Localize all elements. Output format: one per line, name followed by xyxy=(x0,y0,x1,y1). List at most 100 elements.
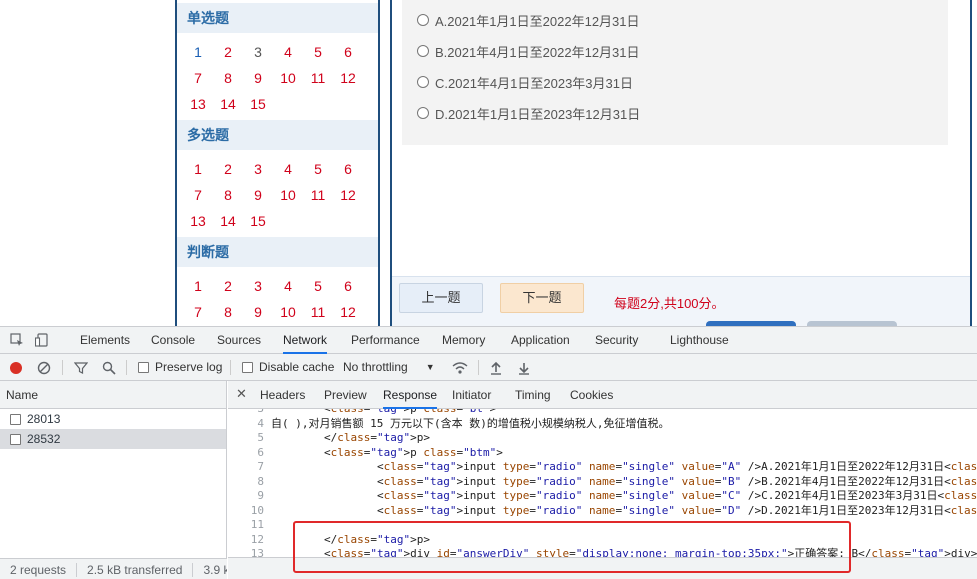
question-number-link[interactable]: 8 xyxy=(213,65,243,91)
close-icon[interactable]: ✕ xyxy=(236,381,247,407)
export-har-icon[interactable] xyxy=(518,354,530,381)
question-number-link[interactable]: 1 xyxy=(183,156,213,182)
option-b[interactable]: B.2021年4月1日至2022年12月31日 xyxy=(417,41,640,61)
option-d[interactable]: D.2021年1月1日至2023年12月31日 xyxy=(417,103,640,123)
question-number-link[interactable]: 7 xyxy=(183,65,213,91)
question-number-link[interactable]: 2 xyxy=(213,39,243,65)
question-number-link[interactable]: 5 xyxy=(303,273,333,299)
tab-response[interactable]: Response xyxy=(383,381,438,409)
disable-cache-label: Disable cache xyxy=(259,360,335,374)
line-source: <class="tag">p class="bt"> xyxy=(271,409,496,416)
question-number-link[interactable]: 3 xyxy=(243,273,273,299)
section-title-single: 单选题 xyxy=(177,3,378,33)
option-c[interactable]: C.2021年4月1日至2023年3月31日 xyxy=(417,72,633,92)
resource-size: 3.9 k xyxy=(193,563,227,577)
question-number-link[interactable]: 9 xyxy=(243,182,273,208)
radio-a[interactable] xyxy=(417,14,429,26)
radio-c[interactable] xyxy=(417,76,429,88)
line-source: <class="tag">input type="radio" name="si… xyxy=(271,460,977,473)
question-number-link[interactable]: 13 xyxy=(183,208,213,234)
line-number: 12 xyxy=(250,532,264,546)
options-box: A.2021年1月1日至2022年12月31日 B.2021年4月1日至2022… xyxy=(402,0,948,145)
question-number-link[interactable]: 11 xyxy=(303,299,333,325)
question-number-link[interactable]: 4 xyxy=(273,156,303,182)
tab-elements[interactable]: Elements xyxy=(80,327,130,354)
request-row[interactable]: 28013 xyxy=(0,409,226,429)
preserve-log-checkbox[interactable]: Preserve log xyxy=(138,354,222,381)
tab-headers[interactable]: Headers xyxy=(260,381,305,409)
question-number-link[interactable]: 6 xyxy=(333,39,363,65)
question-number-link[interactable]: 1 xyxy=(183,273,213,299)
line-source: <class="tag">input type="radio" name="si… xyxy=(271,489,977,502)
question-number-link[interactable]: 12 xyxy=(333,299,363,325)
tab-security[interactable]: Security xyxy=(595,327,638,354)
judgement-grid: 1 2 3 4 5 6 7 8 9 10 11 12 xyxy=(183,273,373,325)
checkbox-box[interactable] xyxy=(242,362,253,373)
tab-application[interactable]: Application xyxy=(511,327,570,354)
radio-d[interactable] xyxy=(417,107,429,119)
question-number-link[interactable]: 12 xyxy=(333,65,363,91)
question-number-link[interactable]: 11 xyxy=(303,65,333,91)
import-har-icon[interactable] xyxy=(490,354,502,381)
question-number-link[interactable]: 15 xyxy=(243,91,273,117)
line-source: <class="tag">input type="radio" name="si… xyxy=(271,503,977,517)
question-number-link[interactable]: 10 xyxy=(273,299,303,325)
question-number-link[interactable]: 6 xyxy=(333,156,363,182)
section-title-multiple: 多选题 xyxy=(177,120,378,150)
tab-sources[interactable]: Sources xyxy=(217,327,261,354)
question-number-link[interactable]: 9 xyxy=(243,65,273,91)
device-toolbar-icon[interactable] xyxy=(34,333,49,347)
filter-icon[interactable] xyxy=(74,354,88,381)
throttling-select[interactable]: No throttling ▼ xyxy=(343,354,435,381)
question-number-link[interactable]: 8 xyxy=(213,182,243,208)
tab-cookies[interactable]: Cookies xyxy=(570,381,613,409)
question-number-link[interactable]: 10 xyxy=(273,65,303,91)
option-c-label: C.2021年4月1日至2023年3月31日 xyxy=(435,75,633,91)
question-number-link[interactable]: 14 xyxy=(213,91,243,117)
question-number-link[interactable]: 9 xyxy=(243,299,273,325)
clear-icon[interactable] xyxy=(37,354,51,381)
question-number-link[interactable]: 2 xyxy=(213,156,243,182)
tab-console[interactable]: Console xyxy=(151,327,195,354)
question-number-link[interactable]: 7 xyxy=(183,182,213,208)
network-conditions-icon[interactable] xyxy=(452,354,468,381)
question-number-link[interactable]: 5 xyxy=(303,156,333,182)
inspect-element-icon[interactable] xyxy=(10,333,24,347)
disable-cache-checkbox[interactable]: Disable cache xyxy=(242,354,334,381)
line-source: 自( ),对月销售额 15 万元以下(含本 数)的增值税小规模纳税人,免征增值税… xyxy=(271,416,670,430)
question-number-link[interactable]: 3 xyxy=(243,156,273,182)
question-number-link[interactable]: 3 xyxy=(243,39,273,65)
question-number-link[interactable]: 4 xyxy=(273,273,303,299)
question-number-link[interactable]: 1 xyxy=(183,39,213,65)
tab-network[interactable]: Network xyxy=(283,327,328,354)
option-a[interactable]: A.2021年1月1日至2022年12月31日 xyxy=(417,10,640,30)
question-number-link[interactable]: 6 xyxy=(333,273,363,299)
request-row-selected[interactable]: 28532 xyxy=(0,429,226,449)
question-number-link[interactable]: 12 xyxy=(333,182,363,208)
toolbar-divider xyxy=(62,360,63,375)
question-number-link[interactable]: 13 xyxy=(183,91,213,117)
next-question-button[interactable]: 下一题 xyxy=(500,283,584,313)
question-number-link[interactable]: 10 xyxy=(273,182,303,208)
question-number-link[interactable]: 15 xyxy=(243,208,273,234)
option-a-label: A.2021年1月1日至2022年12月31日 xyxy=(435,13,640,29)
tab-lighthouse[interactable]: Lighthouse xyxy=(670,327,729,354)
question-number-link[interactable]: 2 xyxy=(213,273,243,299)
question-number-link[interactable]: 11 xyxy=(303,182,333,208)
tab-initiator[interactable]: Initiator xyxy=(452,381,491,409)
name-column-header[interactable]: Name xyxy=(0,381,226,409)
tab-memory[interactable]: Memory xyxy=(442,327,485,354)
radio-b[interactable] xyxy=(417,45,429,57)
question-number-link[interactable]: 4 xyxy=(273,39,303,65)
record-icon[interactable] xyxy=(9,354,23,381)
checkbox-box[interactable] xyxy=(138,362,149,373)
tab-timing[interactable]: Timing xyxy=(515,381,551,409)
question-number-link[interactable]: 14 xyxy=(213,208,243,234)
question-number-link[interactable]: 8 xyxy=(213,299,243,325)
question-number-link[interactable]: 7 xyxy=(183,299,213,325)
tab-preview[interactable]: Preview xyxy=(324,381,367,409)
prev-question-button[interactable]: 上一题 xyxy=(399,283,483,313)
tab-performance[interactable]: Performance xyxy=(351,327,420,354)
question-number-link[interactable]: 5 xyxy=(303,39,333,65)
search-icon[interactable] xyxy=(102,354,116,381)
